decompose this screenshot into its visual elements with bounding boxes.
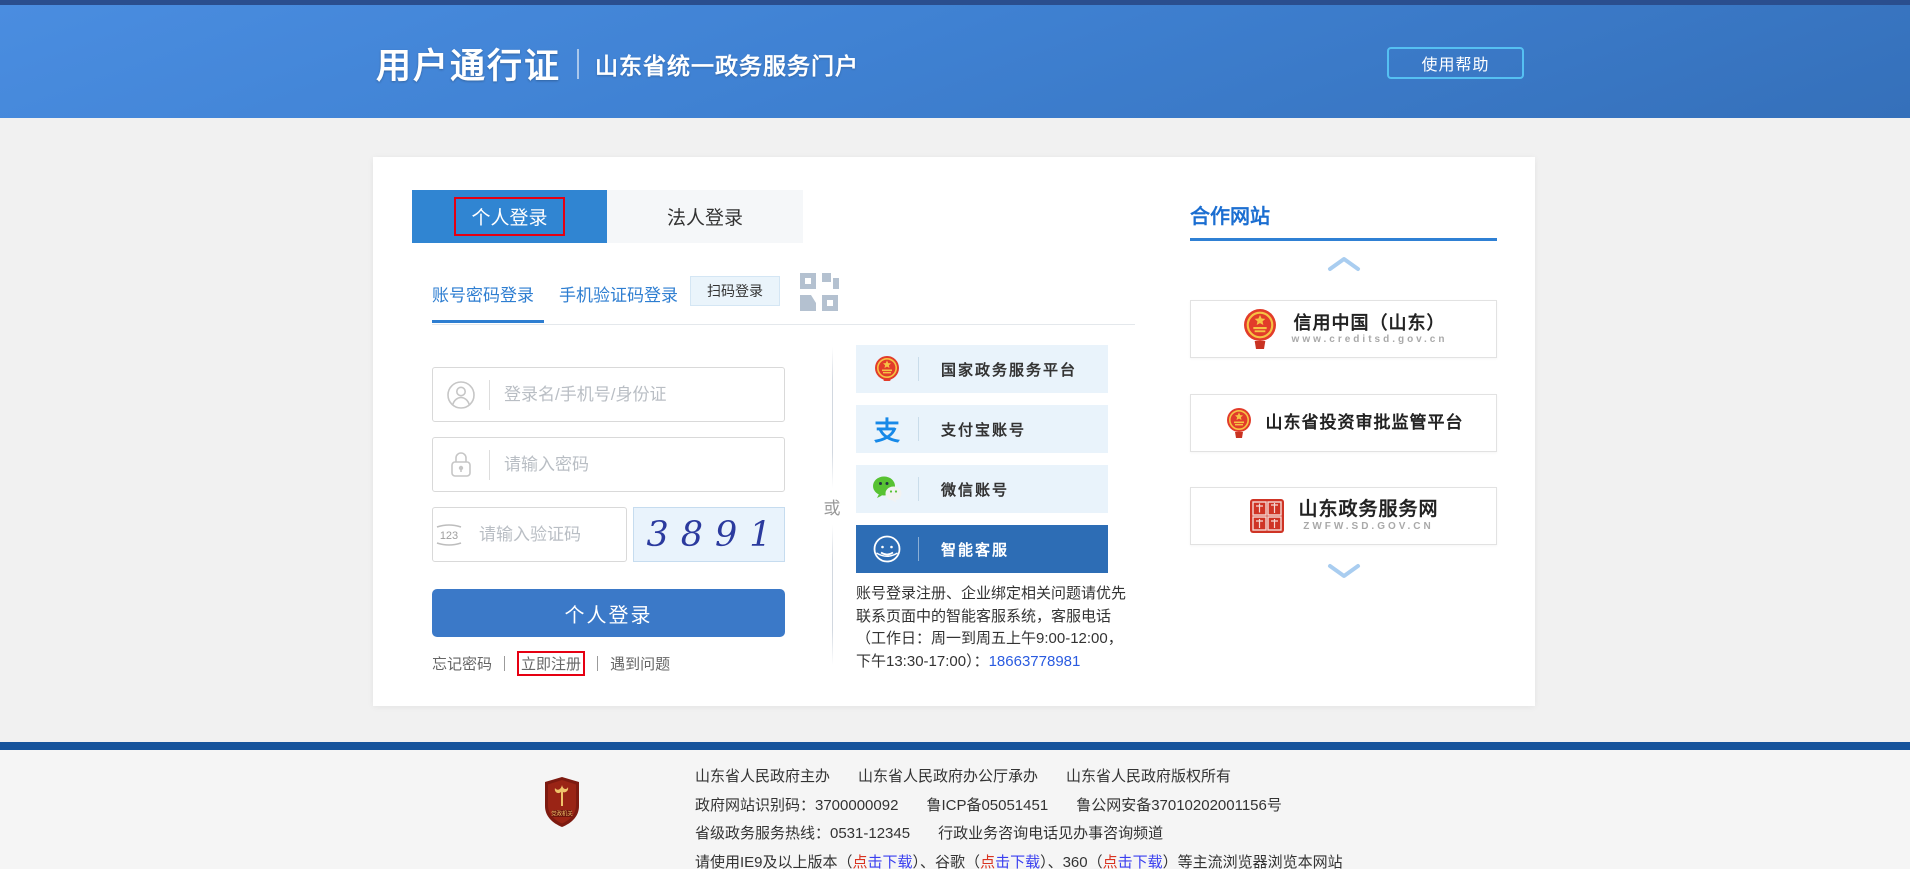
username-input[interactable] xyxy=(490,368,784,421)
helper-links-row: 忘记密码 ｜ 立即注册 ｜ 遇到问题 xyxy=(432,651,670,676)
service-phone-link[interactable]: 18663778981 xyxy=(989,653,1081,670)
methods-divider-line xyxy=(432,324,1135,325)
partner-site-name: 信用中国（山东） xyxy=(1294,313,1446,334)
smart-service-icon xyxy=(856,534,918,564)
qr-code-icon[interactable] xyxy=(796,269,842,315)
method-account-password[interactable]: 账号密码登录 xyxy=(432,281,534,306)
national-emblem-icon xyxy=(1224,406,1254,440)
or-divider: 或 xyxy=(822,347,842,665)
alipay-icon: 支 xyxy=(856,411,918,448)
footer-text-block: 山东省人民政府主办山东省人民政府办公厅承办山东省人民政府版权所有 政府网站识别码… xyxy=(695,763,1343,877)
third-party-smart-service[interactable]: 智能客服 xyxy=(856,525,1108,573)
page-subtitle: 山东省统一政务服务门户 xyxy=(595,47,859,81)
partner-site-name: 山东政务服务网 xyxy=(1298,499,1438,521)
third-party-label: 国家政务服务平台 xyxy=(941,359,1077,380)
service-note: 账号登录注册、企业绑定相关问题请优先联系页面中的智能客服系统，客服电话（工作日：… xyxy=(856,583,1132,673)
partner-site-shandong-gov-service[interactable]: 山东政务服务网 ZWFW.SD.GOV.CN xyxy=(1190,487,1497,545)
government-badge-icon: 党政机关 xyxy=(542,776,582,828)
national-emblem-icon xyxy=(856,354,918,384)
register-now-link[interactable]: 立即注册 xyxy=(517,651,585,676)
svg-text:123: 123 xyxy=(440,530,458,542)
partner-title-underline xyxy=(1190,238,1497,241)
password-input[interactable] xyxy=(490,438,784,491)
partner-site-url: www.creditsd.gov.cn xyxy=(1292,334,1448,346)
third-party-alipay[interactable]: 支 支付宝账号 xyxy=(856,405,1108,453)
partner-site-investment-platform[interactable]: 山东省投资审批监管平台 xyxy=(1190,394,1497,452)
captcha-123-icon: 123 xyxy=(433,520,465,550)
footer-line-3: 省级政务服务热线：0531-12345行政业务咨询电话见办事咨询频道 xyxy=(695,820,1343,849)
or-label: 或 xyxy=(824,488,841,525)
footer-line-1: 山东省人民政府主办山东省人民政府办公厅承办山东省人民政府版权所有 xyxy=(695,763,1343,792)
partner-site-name: 山东省投资审批监管平台 xyxy=(1266,413,1464,433)
footer-accent-bar xyxy=(0,742,1910,750)
footer-line-4: 请使用IE9及以上版本（点击下载）、谷歌（点击下载）、360（点击下载）等主流浏… xyxy=(695,849,1343,878)
title-separator xyxy=(577,49,579,79)
link-separator: ｜ xyxy=(590,653,605,674)
svg-text:党政机关: 党政机关 xyxy=(551,810,573,818)
download-link-ie[interactable]: 点击下载 xyxy=(853,849,913,878)
user-icon xyxy=(433,380,489,410)
problem-link[interactable]: 遇到问题 xyxy=(610,653,670,674)
third-party-label: 智能客服 xyxy=(941,539,1009,560)
download-link-360[interactable]: 点击下载 xyxy=(1103,849,1163,878)
security-record-link[interactable]: 鲁公网安备37010202001156号 xyxy=(1076,797,1282,814)
red-seal-icon xyxy=(1248,497,1286,535)
partner-panel-title: 合作网站 xyxy=(1190,200,1270,229)
third-party-label: 微信账号 xyxy=(941,479,1009,500)
active-method-underline xyxy=(432,320,544,323)
chevron-up-icon[interactable] xyxy=(1326,256,1362,272)
link-separator: ｜ xyxy=(497,653,512,674)
footer-line-2: 政府网站识别码：3700000092鲁ICP备05051451鲁公网安备3701… xyxy=(695,792,1343,821)
captcha-image[interactable]: 3891 xyxy=(633,507,785,562)
tab-personal-login[interactable]: 个人登录 xyxy=(412,190,607,243)
download-link-chrome[interactable]: 点击下载 xyxy=(980,849,1040,878)
national-emblem-icon xyxy=(1240,307,1280,351)
third-party-label: 支付宝账号 xyxy=(941,419,1026,440)
captcha-field-wrap: 123 xyxy=(432,507,627,562)
password-field-wrap xyxy=(432,437,785,492)
chevron-down-icon[interactable] xyxy=(1326,563,1362,579)
header-title-group: 用户通行证 山东省统一政务服务门户 xyxy=(376,38,859,89)
personal-login-button[interactable]: 个人登录 xyxy=(432,589,785,637)
username-field-wrap xyxy=(432,367,785,422)
method-scan-login[interactable]: 扫码登录 xyxy=(690,276,780,306)
icp-link[interactable]: 鲁ICP备05051451 xyxy=(926,797,1048,814)
third-party-wechat[interactable]: 微信账号 xyxy=(856,465,1108,513)
method-sms-code[interactable]: 手机验证码登录 xyxy=(559,281,678,306)
lock-icon xyxy=(433,450,489,480)
third-party-national-platform[interactable]: 国家政务服务平台 xyxy=(856,345,1108,393)
page-title: 用户通行证 xyxy=(376,38,561,89)
wechat-icon xyxy=(856,475,918,503)
partner-site-url: ZWFW.SD.GOV.CN xyxy=(1303,521,1434,533)
partner-site-credit-china[interactable]: 信用中国（山东） www.creditsd.gov.cn xyxy=(1190,300,1497,358)
annotation-red-box: 个人登录 xyxy=(454,197,564,236)
tab-legal-person-login[interactable]: 法人登录 xyxy=(607,190,803,243)
help-button[interactable]: 使用帮助 xyxy=(1387,47,1524,79)
forgot-password-link[interactable]: 忘记密码 xyxy=(432,653,492,674)
header-banner: 用户通行证 山东省统一政务服务门户 使用帮助 xyxy=(0,5,1910,118)
